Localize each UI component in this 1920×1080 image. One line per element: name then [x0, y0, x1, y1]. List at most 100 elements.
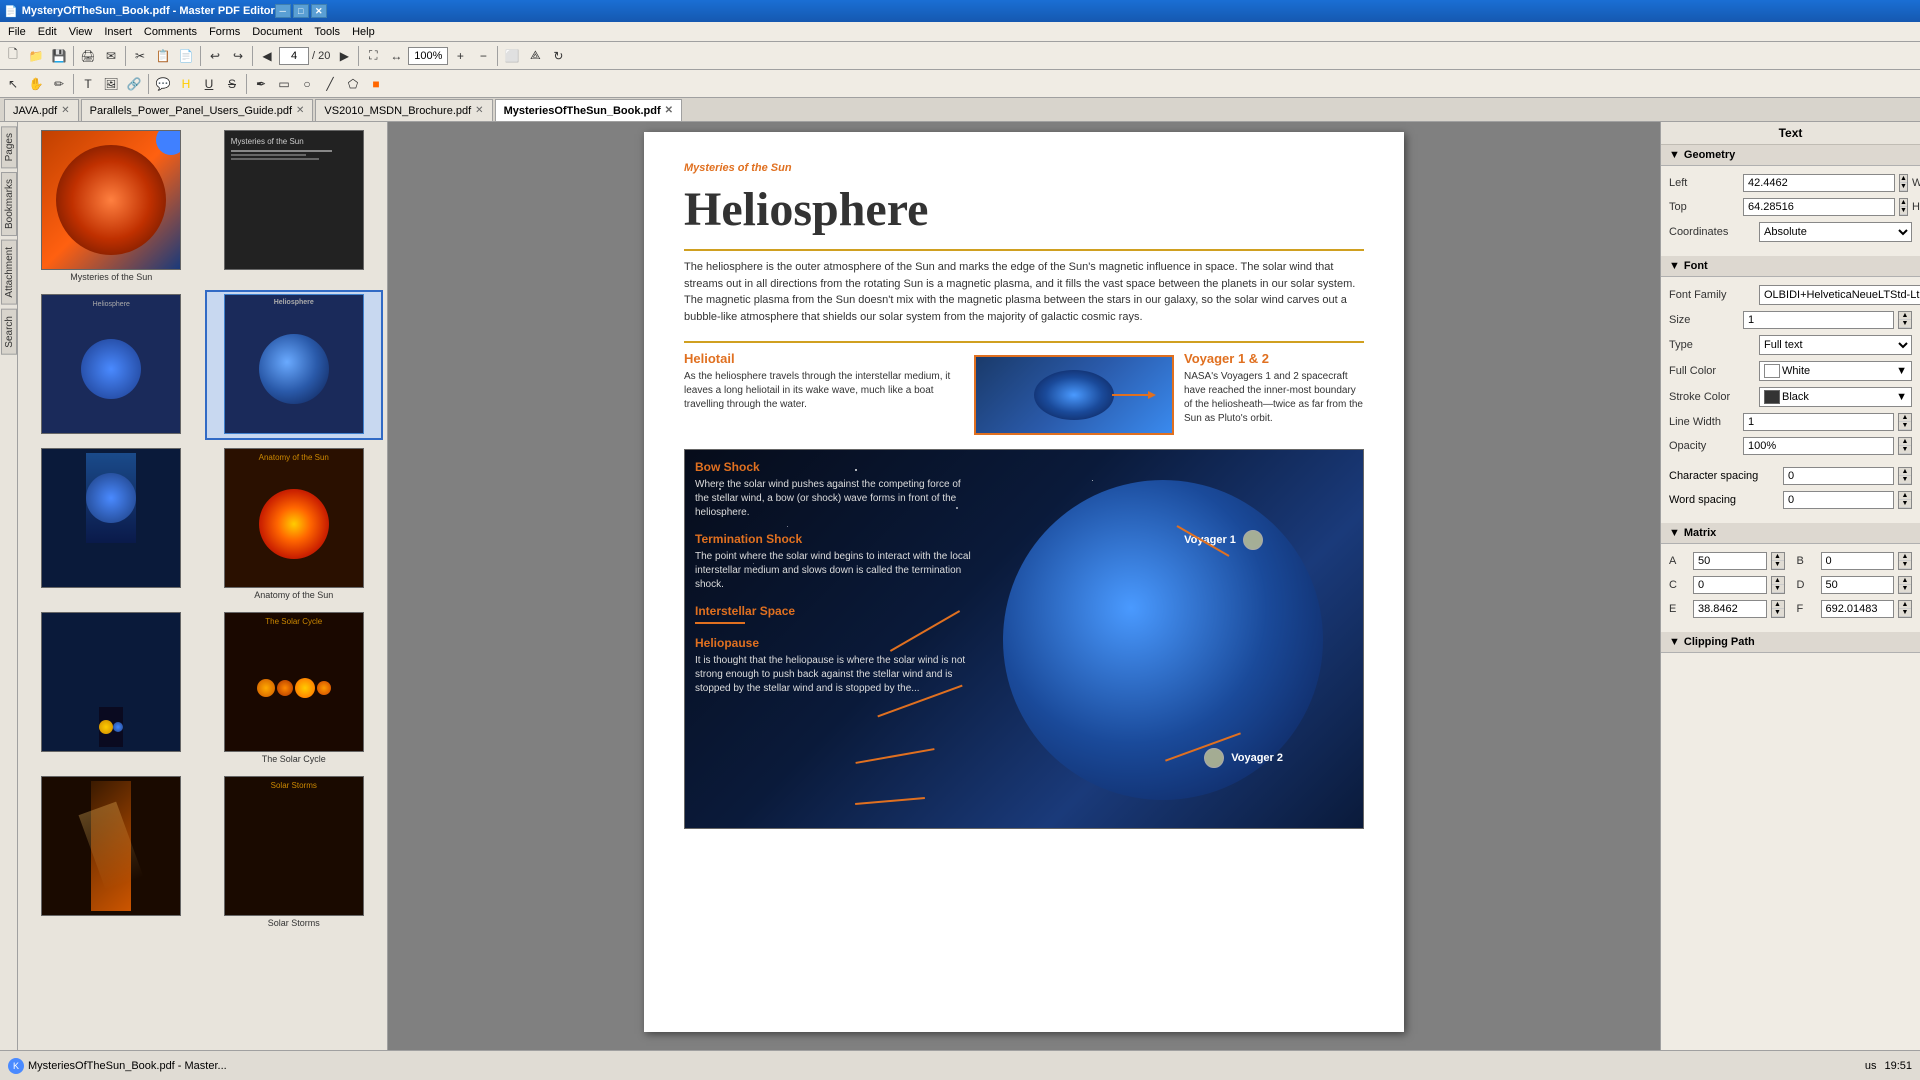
tab-vs2010[interactable]: VS2010_MSDN_Brochure.pdf ✕	[315, 99, 492, 121]
thumb-8[interactable]: The Solar Cycle The Solar Cycle	[205, 608, 384, 768]
search-tab[interactable]: Search	[1, 309, 17, 355]
top-spinner-up[interactable]: ▲	[1900, 199, 1907, 207]
font-size-input[interactable]	[1743, 311, 1894, 329]
char-spacing-spinner-up[interactable]: ▲	[1899, 468, 1911, 476]
font-type-select[interactable]: Full text	[1759, 335, 1912, 355]
matrix-f-spinner[interactable]: ▲ ▼	[1898, 600, 1912, 618]
zoom-in-button[interactable]: +	[449, 45, 471, 67]
next-page-button[interactable]: ▶	[333, 45, 355, 67]
tab-java-close[interactable]: ✕	[61, 105, 69, 116]
opacity-spinner-dn[interactable]: ▼	[1899, 446, 1911, 454]
menu-insert[interactable]: Insert	[98, 24, 138, 40]
highlight-tool[interactable]: H	[175, 73, 197, 95]
menu-help[interactable]: Help	[346, 24, 381, 40]
thumb-10[interactable]: Solar Storms Solar Storms	[205, 772, 384, 932]
zoom-input[interactable]: 100%	[408, 47, 448, 65]
undo-button[interactable]: ↩	[204, 45, 226, 67]
fit-page-button[interactable]: ⛶	[362, 45, 384, 67]
matrix-b-input[interactable]	[1821, 552, 1895, 570]
char-spacing-spinner-dn[interactable]: ▼	[1899, 476, 1911, 484]
top-value-input[interactable]	[1743, 198, 1895, 216]
bookmarks-tab[interactable]: Bookmarks	[1, 172, 17, 236]
pages-tab[interactable]: Pages	[1, 126, 17, 168]
select-all-button[interactable]: ⬜	[501, 45, 523, 67]
print-button[interactable]: 🖨	[77, 45, 99, 67]
text-tool[interactable]: T	[77, 73, 99, 95]
rotate-button[interactable]: ↻	[547, 45, 569, 67]
font-header[interactable]: ▼ Font	[1661, 256, 1920, 277]
line-width-spinner-up[interactable]: ▲	[1899, 414, 1911, 422]
tab-parallels-close[interactable]: ✕	[296, 105, 304, 116]
matrix-d-spinner[interactable]: ▲ ▼	[1898, 576, 1912, 594]
menu-file[interactable]: File	[2, 24, 32, 40]
page-number-input[interactable]: 4	[279, 47, 309, 65]
underline-tool[interactable]: U	[198, 73, 220, 95]
thumb-6[interactable]: Anatomy of the Sun Anatomy of the Sun	[205, 444, 384, 604]
zoom-out-button[interactable]: −	[472, 45, 494, 67]
save-button[interactable]: 💾	[48, 45, 70, 67]
font-size-spinner[interactable]: ▲ ▼	[1898, 311, 1912, 329]
char-spacing-spinner[interactable]: ▲ ▼	[1898, 467, 1912, 485]
menu-document[interactable]: Document	[246, 24, 308, 40]
tab-parallels[interactable]: Parallels_Power_Panel_Users_Guide.pdf ✕	[81, 99, 314, 121]
select-tool[interactable]: ↖	[2, 73, 24, 95]
cut-button[interactable]: ✂	[129, 45, 151, 67]
matrix-e-input[interactable]	[1693, 600, 1767, 618]
new-button[interactable]: 🗋	[2, 45, 24, 67]
left-spinner[interactable]: ▲ ▼	[1899, 174, 1908, 192]
matrix-c-input[interactable]	[1693, 576, 1767, 594]
close-button[interactable]: ✕	[311, 4, 327, 18]
pdf-viewer[interactable]: Mysteries of the Sun Heliosphere The hel…	[388, 122, 1660, 1050]
comment-tool[interactable]: 💬	[152, 73, 174, 95]
font-family-select[interactable]: OLBIDI+HelveticaNeueLTStd-Lt	[1759, 285, 1920, 305]
top-spinner-dn[interactable]: ▼	[1900, 207, 1907, 215]
line-width-input[interactable]	[1743, 413, 1894, 431]
minimize-button[interactable]: ─	[275, 4, 291, 18]
edit-tool[interactable]: ✏	[48, 73, 70, 95]
fill-color-tool[interactable]: ■	[365, 73, 387, 95]
menu-edit[interactable]: Edit	[32, 24, 63, 40]
image-tool[interactable]: 🖼	[100, 73, 122, 95]
link-tool[interactable]: 🔗	[123, 73, 145, 95]
coords-select[interactable]: Absolute	[1759, 222, 1912, 242]
word-spacing-spinner-dn[interactable]: ▼	[1899, 500, 1911, 508]
full-color-select[interactable]: White ▼	[1759, 361, 1912, 381]
word-spacing-input[interactable]	[1783, 491, 1894, 509]
thumb-2[interactable]: Mysteries of the Sun	[205, 126, 384, 286]
font-size-spinner-dn[interactable]: ▼	[1899, 320, 1911, 328]
strikethrough-tool[interactable]: S	[221, 73, 243, 95]
matrix-e-spinner[interactable]: ▲ ▼	[1771, 600, 1785, 618]
polygon-tool[interactable]: ⬠	[342, 73, 364, 95]
opacity-input[interactable]	[1743, 437, 1894, 455]
menu-tools[interactable]: Tools	[308, 24, 346, 40]
line-tool[interactable]: ╱	[319, 73, 341, 95]
open-button[interactable]: 📁	[25, 45, 47, 67]
thumb-1[interactable]: Mysteries of the Sun	[22, 126, 201, 286]
char-spacing-input[interactable]	[1783, 467, 1894, 485]
stroke-color-select[interactable]: Black ▼	[1759, 387, 1912, 407]
left-value-input[interactable]	[1743, 174, 1895, 192]
menu-comments[interactable]: Comments	[138, 24, 203, 40]
thumb-5[interactable]	[22, 444, 201, 604]
matrix-a-input[interactable]	[1693, 552, 1767, 570]
redo-button[interactable]: ↪	[227, 45, 249, 67]
fit-width-button[interactable]: ↔	[385, 45, 407, 67]
copy-button[interactable]: 📋	[152, 45, 174, 67]
tab-vs2010-close[interactable]: ✕	[475, 105, 483, 116]
crop-button[interactable]: ⟁	[524, 45, 546, 67]
pen-tool[interactable]: ✒	[250, 73, 272, 95]
thumb-3[interactable]: Heliosphere	[22, 290, 201, 440]
matrix-d-input[interactable]	[1821, 576, 1895, 594]
left-spinner-dn[interactable]: ▼	[1900, 183, 1907, 191]
matrix-f-input[interactable]	[1821, 600, 1895, 618]
menu-forms[interactable]: Forms	[203, 24, 246, 40]
prev-page-button[interactable]: ◀	[256, 45, 278, 67]
tab-mysteries[interactable]: MysteriesOfTheSun_Book.pdf ✕	[495, 99, 682, 121]
matrix-header[interactable]: ▼ Matrix	[1661, 523, 1920, 544]
menu-view[interactable]: View	[63, 24, 99, 40]
attachment-tab[interactable]: Attachment	[1, 240, 17, 305]
word-spacing-spinner-up[interactable]: ▲	[1899, 492, 1911, 500]
opacity-spinner[interactable]: ▲ ▼	[1898, 437, 1912, 455]
matrix-b-spinner[interactable]: ▲ ▼	[1898, 552, 1912, 570]
thumb-7[interactable]	[22, 608, 201, 768]
